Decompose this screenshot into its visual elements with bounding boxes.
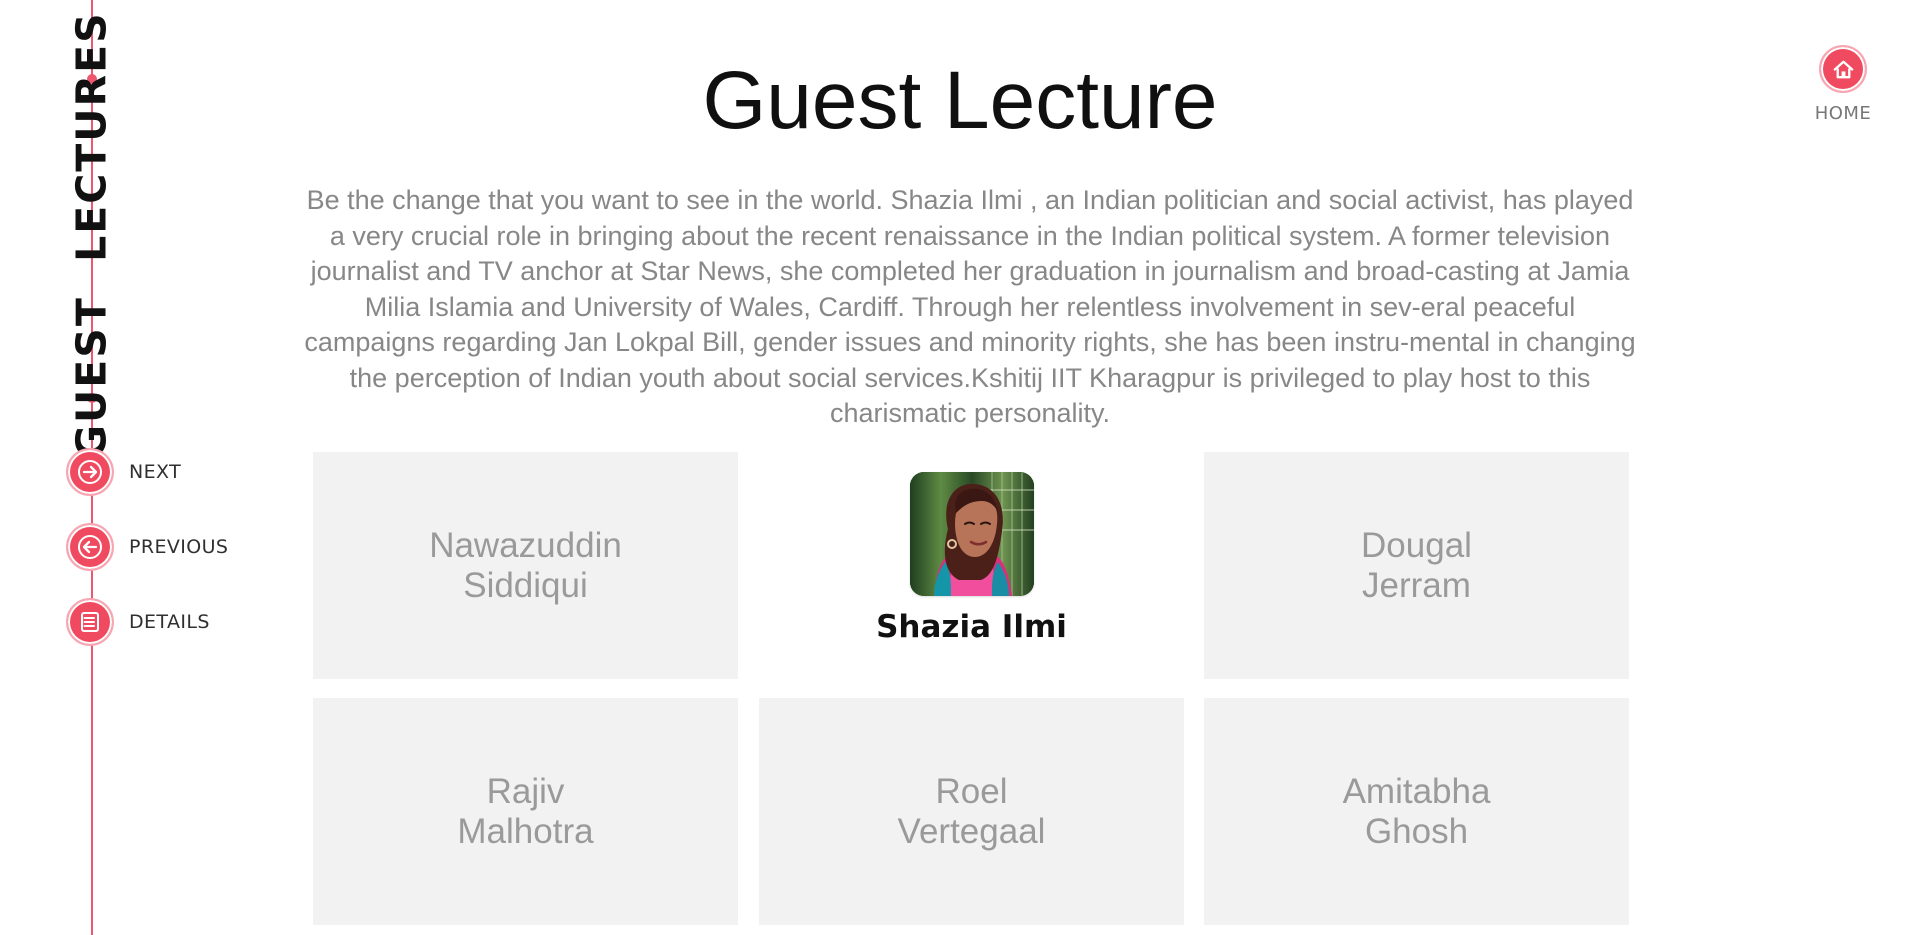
previous-button[interactable]: PREVIOUS (66, 521, 228, 573)
lecturer-card-amitabha-ghosh[interactable]: Amitabha Ghosh (1204, 698, 1629, 925)
lecturer-card-roel-vertegaal[interactable]: Roel Vertegaal (759, 698, 1184, 925)
lecturer-name[interactable]: Rajiv Malhotra (457, 772, 593, 852)
lecturer-grid: Nawazuddin Siddiqui Shazia Ilmi Dougal J… (313, 452, 1629, 926)
lecturer-card-shazia-ilmi[interactable]: Shazia Ilmi (759, 452, 1184, 679)
guest-lecture-page: GUEST LECTURES NEXT PREVIOUS DETAILS HOM… (0, 0, 1920, 935)
lecturer-card-dougal-jerram[interactable]: Dougal Jerram (1204, 452, 1629, 679)
shazia-ilmi-photo (909, 472, 1034, 596)
previous-label[interactable]: PREVIOUS (129, 536, 228, 558)
next-button[interactable]: NEXT (66, 446, 228, 498)
active-lecturer-name[interactable]: Shazia Ilmi (876, 608, 1067, 646)
lecturer-name[interactable]: Dougal Jerram (1361, 526, 1472, 606)
list-icon[interactable] (66, 598, 114, 646)
lecturer-card-nawazuddin-siddiqui[interactable]: Nawazuddin Siddiqui (313, 452, 738, 679)
arrow-right-icon[interactable] (66, 448, 114, 496)
details-label[interactable]: DETAILS (129, 611, 210, 633)
details-button[interactable]: DETAILS (66, 596, 228, 648)
next-label[interactable]: NEXT (129, 461, 181, 483)
lecturer-name[interactable]: Roel Vertegaal (898, 772, 1046, 852)
page-title: Guest Lecture (702, 55, 1218, 146)
arrow-left-icon[interactable] (66, 523, 114, 571)
lecturer-name[interactable]: Amitabha Ghosh (1343, 772, 1491, 852)
lecturer-card-rajiv-malhotra[interactable]: Rajiv Malhotra (313, 698, 738, 925)
lecturer-name[interactable]: Nawazuddin Siddiqui (429, 526, 622, 606)
side-navigation: NEXT PREVIOUS DETAILS (66, 446, 228, 671)
lecturer-description: Be the change that you want to see in th… (304, 185, 1636, 428)
